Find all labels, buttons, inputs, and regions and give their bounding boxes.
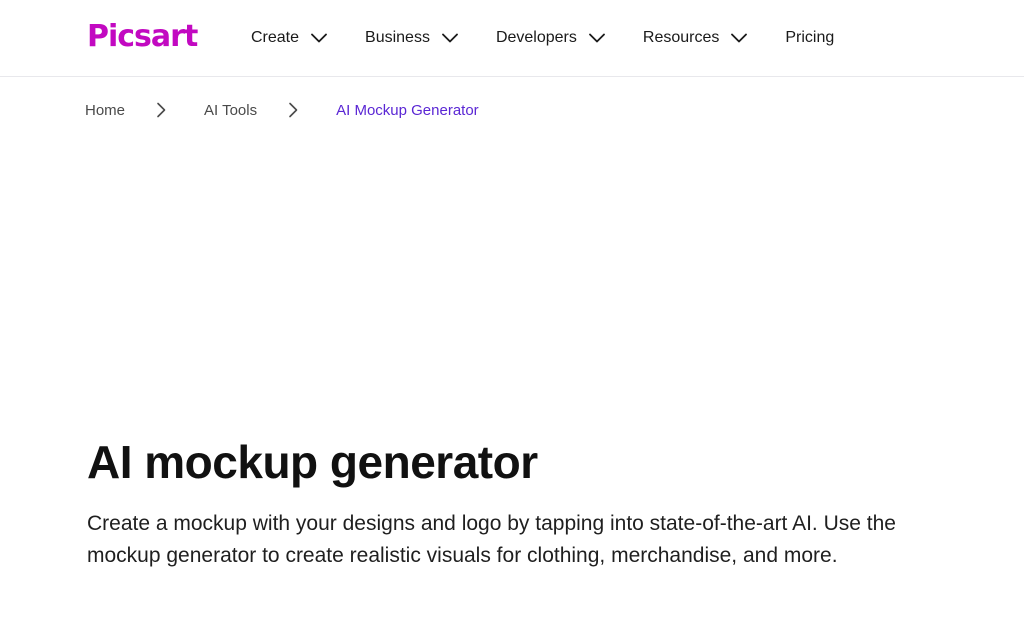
- nav-create[interactable]: Create: [251, 0, 327, 76]
- nav-create-label: Create: [251, 29, 300, 46]
- page-title: AI mockup generator: [87, 436, 538, 488]
- breadcrumb-current: AI Mockup Generator: [336, 101, 479, 119]
- chevron-down-icon: [311, 33, 327, 43]
- chevron-down-icon: [588, 33, 605, 43]
- chevron-right-icon: [157, 102, 166, 118]
- picsart-logo[interactable]: Picsart: [87, 14, 198, 60]
- breadcrumb-ai-tools[interactable]: AI Tools: [204, 102, 257, 119]
- chevron-down-icon: [442, 33, 458, 43]
- nav-resources[interactable]: Resources: [642, 0, 748, 76]
- logo-text: Picsart: [87, 19, 198, 54]
- top-header: Picsart Create Business Developers Resou…: [0, 0, 1024, 77]
- nav-pricing-label: Pricing: [785, 29, 835, 46]
- chevron-down-icon: [731, 33, 748, 43]
- breadcrumb-home[interactable]: Home: [85, 102, 125, 119]
- nav-developers-label: Developers: [495, 29, 577, 46]
- nav-business[interactable]: Business: [365, 0, 458, 76]
- chevron-right-icon: [289, 102, 298, 118]
- nav-resources-label: Resources: [642, 29, 720, 46]
- page-description: Create a mockup with your designs and lo…: [87, 512, 896, 567]
- main-nav: Create Business Developers Resources Pri…: [251, 0, 834, 76]
- nav-business-label: Business: [365, 29, 430, 46]
- nav-pricing[interactable]: Pricing: [785, 0, 834, 76]
- nav-developers[interactable]: Developers: [496, 0, 605, 76]
- breadcrumb: Home AI Tools AI Mockup Generator: [85, 96, 479, 124]
